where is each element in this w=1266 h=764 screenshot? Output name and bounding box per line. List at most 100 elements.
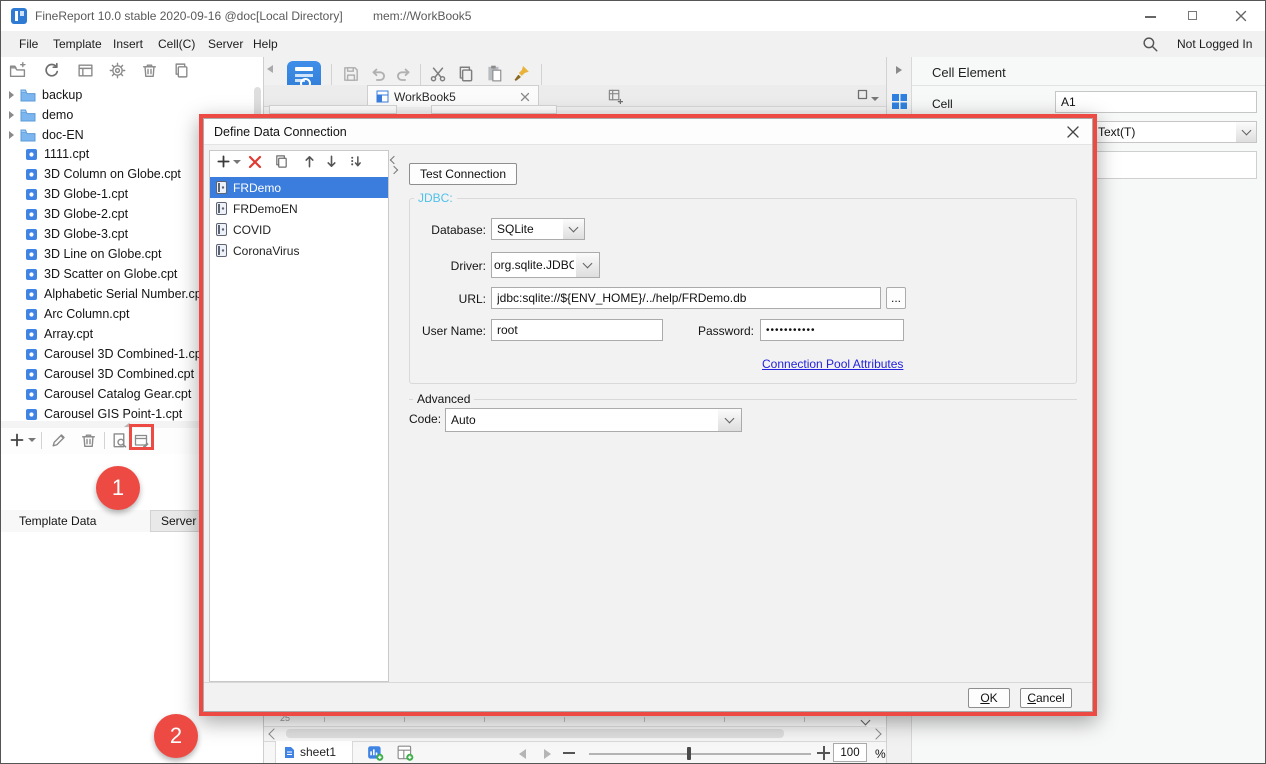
remove-connection-icon[interactable] — [248, 155, 262, 169]
panel-view-icon[interactable] — [77, 62, 94, 79]
database-label: Database: — [418, 223, 486, 237]
dialog-close-icon[interactable] — [1066, 125, 1080, 139]
tab-server-data[interactable]: Server — [161, 514, 196, 528]
zoom-slider-track[interactable] — [589, 753, 811, 755]
delete-trash-icon[interactable] — [141, 62, 158, 79]
connection-item-frdemoen[interactable]: FRDemoEN — [210, 198, 388, 219]
zoom-out-icon[interactable] — [563, 752, 575, 754]
redo-icon[interactable] — [395, 65, 413, 83]
menu-insert[interactable]: Insert — [113, 37, 143, 51]
annotation-step-2: 2 — [154, 714, 198, 758]
tab-close-icon[interactable] — [520, 92, 530, 102]
browse-url-button[interactable]: ... — [886, 287, 906, 309]
driver-combo-value[interactable] — [491, 252, 577, 278]
advanced-group: Advanced — [409, 392, 1077, 406]
copy-icon[interactable] — [457, 65, 475, 83]
move-down-icon[interactable] — [324, 154, 339, 169]
dialog-splitter[interactable] — [391, 157, 397, 173]
tab-template-data[interactable]: Template Data — [1, 510, 151, 532]
content-type-value[interactable] — [1092, 121, 1237, 143]
prev-page-icon[interactable] — [519, 749, 526, 759]
save-icon[interactable] — [342, 65, 360, 83]
connection-name: CoronaVirus — [233, 244, 299, 258]
add-dashboard-sheet-icon[interactable] — [397, 745, 414, 764]
copy-connection-icon[interactable] — [274, 154, 289, 169]
close-button[interactable] — [1234, 9, 1248, 23]
preview-dataset-icon[interactable] — [111, 432, 128, 449]
window-titlebar: FineReport 10.0 stable 2020-09-16 @doc[L… — [1, 1, 1266, 32]
database-dropdown-caret[interactable] — [563, 218, 585, 240]
test-connection-button[interactable]: Test Connection — [409, 163, 517, 185]
settings-gear-icon[interactable] — [109, 62, 126, 79]
new-tab-icon[interactable] — [608, 89, 623, 104]
database-dropdown-value[interactable] — [491, 218, 564, 240]
code-dropdown-value[interactable] — [445, 408, 719, 432]
cell-content-input[interactable] — [1092, 151, 1257, 179]
sheet-tab-sheet1[interactable]: sheet1 — [275, 741, 353, 764]
content-type-dropdown[interactable] — [1092, 121, 1257, 143]
cell-element-panel-icon[interactable] — [891, 93, 908, 110]
add-connection-icon[interactable] — [216, 154, 241, 169]
cancel-button[interactable]: Cancel — [1020, 688, 1072, 708]
sort-icon[interactable] — [348, 154, 363, 169]
connection-item-frdemo[interactable]: FRDemo — [210, 177, 388, 198]
url-input[interactable] — [491, 287, 881, 309]
cell-label: Cell — [932, 97, 953, 111]
search-icon[interactable] — [1141, 35, 1159, 53]
tab-overflow-icon[interactable] — [857, 89, 879, 102]
move-up-icon[interactable] — [302, 154, 317, 169]
connection-item-covid[interactable]: COVID — [210, 219, 388, 240]
undo-icon[interactable] — [369, 65, 387, 83]
next-page-icon[interactable] — [544, 749, 551, 759]
code-dropdown-caret[interactable] — [718, 408, 742, 432]
content-type-caret[interactable] — [1236, 121, 1257, 143]
collapse-right-panel-icon[interactable] — [896, 66, 902, 74]
menu-help[interactable]: Help — [253, 37, 278, 51]
menu-file[interactable]: File — [19, 37, 38, 51]
password-input[interactable] — [760, 319, 904, 341]
url-label: URL: — [418, 292, 486, 306]
tree-folder[interactable]: backup — [1, 85, 264, 105]
connection-pool-link[interactable]: Connection Pool Attributes — [762, 357, 903, 371]
code-label: Code: — [409, 412, 441, 426]
minimize-button[interactable] — [1144, 9, 1158, 23]
ok-button[interactable]: OK — [968, 688, 1010, 708]
hscroll-right-icon[interactable] — [870, 728, 881, 739]
driver-dropdown-caret[interactable] — [576, 252, 600, 278]
paste-icon[interactable] — [485, 64, 503, 85]
menu-template[interactable]: Template — [53, 37, 102, 51]
canvas-vscroll-down-icon[interactable] — [861, 716, 871, 726]
zoom-slider-thumb[interactable] — [687, 747, 691, 760]
menu-cell[interactable]: Cell(C) — [158, 37, 195, 51]
hscroll-left-icon[interactable] — [268, 728, 279, 739]
zoom-value-input[interactable] — [833, 743, 867, 762]
collapse-sidebar-icon[interactable] — [267, 65, 273, 73]
tab-label: WorkBook5 — [394, 90, 456, 104]
app-logo — [11, 8, 27, 24]
annotation-step-1: 1 — [96, 466, 140, 510]
hscroll-thumb[interactable] — [286, 729, 784, 738]
canvas-hscrollbar[interactable] — [264, 727, 886, 741]
document-tabbar — [264, 85, 886, 107]
tab-workbook5[interactable]: WorkBook5 — [367, 85, 539, 107]
add-dataset-icon[interactable] — [9, 432, 36, 448]
add-report-sheet-icon[interactable] — [367, 745, 384, 764]
new-folder-icon[interactable] — [9, 62, 26, 79]
copy-icon[interactable] — [173, 62, 190, 79]
format-painter-icon[interactable] — [513, 64, 531, 85]
cell-ref-input[interactable] — [1055, 91, 1257, 113]
jdbc-group: JDBC: Database: Driver: URL: ... User Na… — [409, 198, 1077, 384]
edit-pencil-icon[interactable] — [50, 432, 67, 449]
window-title: FineReport 10.0 stable 2020-09-16 @doc[L… — [35, 9, 343, 23]
menu-server[interactable]: Server — [208, 37, 243, 51]
annotation-highlight-frame: Define Data Connection FRDemo — [199, 114, 1097, 716]
annotation-box-connection-icon — [129, 424, 154, 450]
maximize-button[interactable] — [1186, 9, 1200, 23]
refresh-icon[interactable] — [43, 62, 60, 79]
username-input[interactable] — [491, 319, 663, 341]
delete-dataset-icon[interactable] — [80, 432, 97, 449]
login-status[interactable]: Not Logged In — [1177, 37, 1252, 51]
cut-icon[interactable] — [429, 65, 447, 83]
connection-item-coronavirus[interactable]: CoronaVirus — [210, 240, 388, 261]
panel-header: Cell Element — [932, 65, 1006, 80]
